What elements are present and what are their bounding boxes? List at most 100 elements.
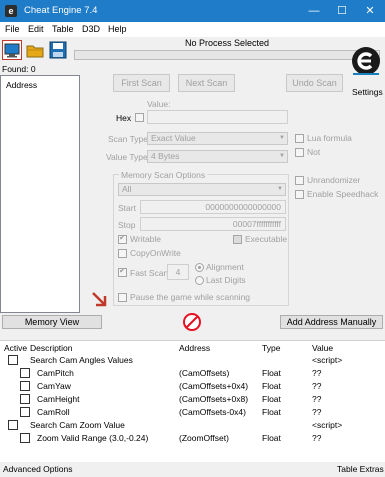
memory-view-button[interactable]: Memory View (2, 315, 102, 329)
row-description: Zoom Valid Range (3.0,-0.24) (37, 433, 149, 443)
row-description: Search Cam Zoom Value (30, 420, 125, 430)
undo-scan-button[interactable]: Undo Scan (286, 74, 343, 92)
value-type-value: 4 Bytes (151, 151, 180, 161)
copy-on-write-checkbox[interactable] (118, 249, 127, 258)
row-description: Search Cam Angles Values (30, 355, 133, 365)
table-row[interactable]: Search Cam Zoom Value <script> (0, 419, 385, 432)
last-digits-radio[interactable] (195, 276, 204, 285)
value-input[interactable] (147, 110, 288, 124)
results-header-address[interactable]: Address (6, 80, 37, 90)
table-row[interactable]: CamYaw (CamOffsets+0x4) Float ?? (0, 380, 385, 393)
menu-help[interactable]: Help (108, 24, 127, 34)
stop-address-input[interactable]: 00007fffffffffff (140, 217, 286, 231)
fast-scan-label: Fast Scan (130, 268, 169, 278)
row-type: Float (262, 407, 281, 417)
row-address: (CamOffsets) (179, 368, 230, 378)
row-type: Float (262, 368, 281, 378)
start-address-input[interactable]: 0000000000000000 (140, 200, 286, 214)
menu-bar: File Edit Table D3D Help (0, 22, 385, 37)
alignment-radio[interactable] (195, 263, 204, 272)
cheat-engine-app-icon: e (5, 5, 17, 17)
row-value: ?? (312, 394, 322, 404)
first-scan-button[interactable]: First Scan (113, 74, 170, 92)
row-address: (CamOffsets-0x4) (179, 407, 246, 417)
menu-table[interactable]: Table (52, 24, 74, 34)
value-label: Value: (147, 99, 171, 109)
menu-file[interactable]: File (5, 24, 20, 34)
advanced-options-link[interactable]: Advanced Options (3, 464, 72, 474)
enable-speedhack-checkbox[interactable] (295, 190, 304, 199)
row-value: ?? (312, 433, 322, 443)
add-address-manually-button[interactable]: Add Address Manually (280, 315, 383, 329)
lua-formula-checkbox[interactable] (295, 134, 304, 143)
row-active-checkbox[interactable] (20, 394, 30, 404)
clear-list-icon[interactable] (182, 312, 202, 332)
table-row[interactable]: CamHeight (CamOffsets+0x8) Float ?? (0, 393, 385, 406)
table-row[interactable]: Zoom Valid Range (3.0,-0.24) (ZoomOffset… (0, 432, 385, 445)
table-row[interactable]: CamRoll (CamOffsets-0x4) Float ?? (0, 406, 385, 419)
writable-checkbox[interactable] (118, 233, 127, 244)
start-label: Start (118, 203, 136, 213)
row-value: ?? (312, 407, 322, 417)
memory-region-value: All (122, 184, 132, 194)
column-header-type[interactable]: Type (262, 343, 280, 353)
enable-speedhack-label: Enable Speedhack (307, 189, 379, 199)
memory-region-select[interactable]: All ▼ (118, 183, 286, 196)
scan-results-list[interactable]: Address (0, 75, 80, 313)
row-value: ?? (312, 368, 322, 378)
row-address: (ZoomOffset) (179, 433, 229, 443)
open-file-icon[interactable] (25, 40, 45, 60)
row-active-checkbox[interactable] (8, 355, 18, 365)
unrandomizer-checkbox[interactable] (295, 176, 304, 185)
chevron-down-icon: ▼ (279, 135, 285, 141)
row-active-checkbox[interactable] (20, 407, 30, 417)
row-address: (CamOffsets+0x4) (179, 381, 249, 391)
next-scan-button[interactable]: Next Scan (178, 74, 235, 92)
scan-progress-bar (74, 50, 380, 60)
row-type: Float (262, 381, 281, 391)
hex-checkbox[interactable] (135, 113, 144, 122)
not-label: Not (307, 147, 321, 157)
row-active-checkbox[interactable] (20, 368, 30, 378)
chevron-down-icon: ▼ (279, 153, 285, 159)
executable-checkbox[interactable] (233, 235, 242, 244)
add-to-table-arrow-icon[interactable] (90, 290, 108, 308)
minimize-button[interactable]: — (300, 0, 328, 22)
address-table[interactable]: Active Description Address Type Value Se… (0, 340, 385, 462)
menu-edit[interactable]: Edit (28, 24, 44, 34)
scan-type-value: Exact Value (151, 133, 196, 143)
column-header-active[interactable]: Active (4, 343, 27, 353)
menu-d3d[interactable]: D3D (82, 24, 100, 34)
scan-type-label: Scan Type (108, 134, 149, 144)
cheat-engine-logo-icon[interactable] (349, 44, 383, 84)
row-active-checkbox[interactable] (20, 381, 30, 391)
column-header-value[interactable]: Value (312, 343, 333, 353)
window-title: Cheat Engine 7.4 (24, 5, 98, 16)
column-header-address[interactable]: Address (179, 343, 210, 353)
row-active-checkbox[interactable] (20, 433, 30, 443)
settings-link[interactable]: Settings (352, 87, 383, 97)
maximize-button[interactable]: ☐ (328, 0, 356, 22)
open-process-icon[interactable] (2, 40, 22, 60)
value-type-select[interactable]: 4 Bytes ▼ (147, 150, 288, 163)
fast-scan-checkbox[interactable] (118, 266, 127, 277)
row-description: CamRoll (37, 407, 70, 417)
hex-label: Hex (116, 113, 132, 123)
close-button[interactable]: ✕ (356, 0, 384, 22)
table-row[interactable]: CamPitch (CamOffsets) Float ?? (0, 367, 385, 380)
table-extras-link[interactable]: Table Extras (337, 464, 384, 474)
fast-scan-alignment-input[interactable]: 4 (167, 264, 189, 280)
pause-game-checkbox[interactable] (118, 293, 127, 302)
last-digits-label: Last Digits (206, 275, 246, 285)
stop-label: Stop (118, 220, 136, 230)
not-checkbox[interactable] (295, 148, 304, 157)
row-description: CamHeight (37, 394, 80, 404)
row-active-checkbox[interactable] (8, 420, 18, 430)
table-row[interactable]: Search Cam Angles Values <script> (0, 354, 385, 367)
scan-type-select[interactable]: Exact Value ▼ (147, 132, 288, 145)
memory-scan-options-title: Memory Scan Options (119, 170, 208, 180)
row-value: <script> (312, 355, 343, 365)
writable-label: Writable (130, 234, 162, 244)
column-header-description[interactable]: Description (30, 343, 73, 353)
save-icon[interactable] (48, 40, 68, 60)
